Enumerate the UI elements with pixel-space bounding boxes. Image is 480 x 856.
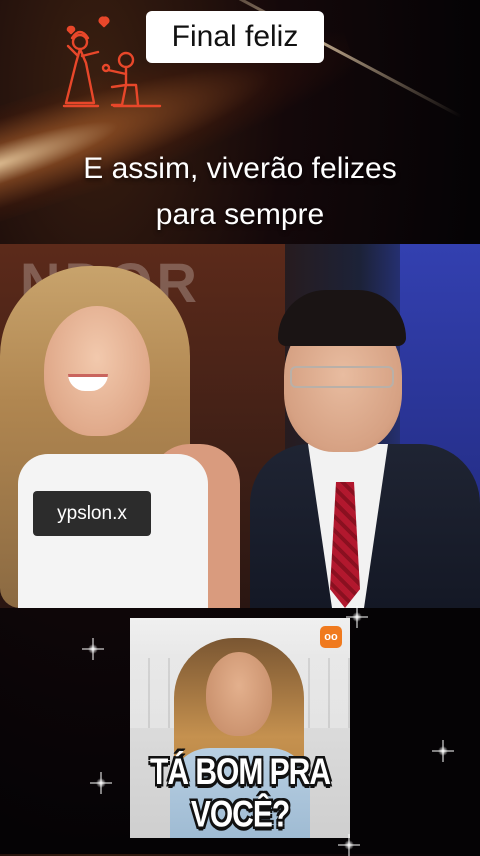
sparkle-icon bbox=[88, 644, 98, 654]
sparkle-icon bbox=[96, 778, 106, 788]
sparkle-icon bbox=[438, 746, 448, 756]
sparkle-icon bbox=[352, 612, 362, 622]
sticker-face bbox=[206, 652, 272, 736]
reaction-sticker: oo TÁ BOM PRA VOCÊ? bbox=[130, 618, 350, 838]
caption-text: E assim, viverão felizes para sempre bbox=[0, 146, 480, 238]
woman-face bbox=[44, 306, 150, 436]
sparkle-icon bbox=[344, 840, 354, 850]
man-hair bbox=[278, 290, 406, 346]
creator-watermark: ypslon.x bbox=[33, 491, 151, 536]
title-chip: Final feliz bbox=[146, 11, 324, 63]
caption-line-2: para sempre bbox=[155, 198, 325, 231]
caption-line-1: E assim, viverão felizes bbox=[83, 152, 397, 185]
sticker-logo-icon: oo bbox=[320, 626, 342, 648]
video-frame[interactable]: NDOR bbox=[0, 244, 480, 608]
sticker-headline: TÁ BOM PRA VOCÊ? bbox=[150, 751, 331, 836]
glasses-icon bbox=[290, 366, 394, 388]
